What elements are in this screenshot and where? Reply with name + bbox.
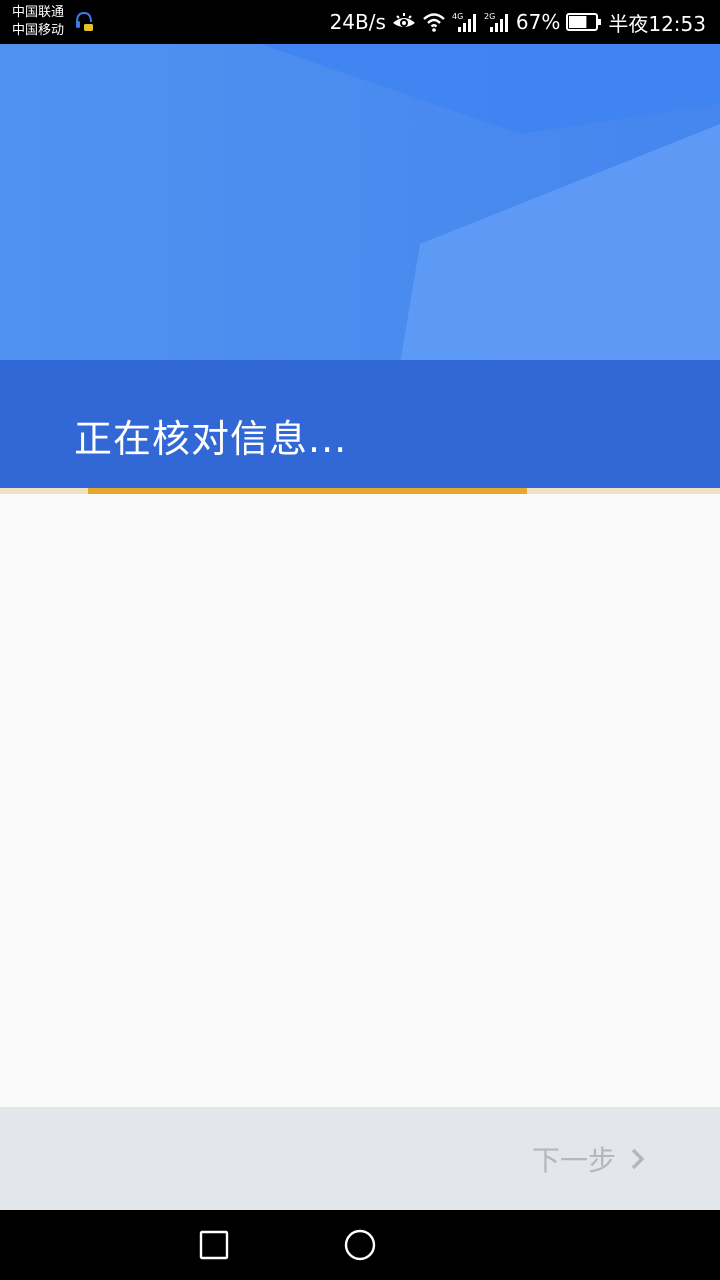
carrier-1: 中国联通: [12, 5, 65, 20]
battery-percent: 67%: [515, 10, 561, 34]
recent-apps-square-icon[interactable]: [197, 1228, 231, 1262]
battery-icon: [566, 13, 602, 31]
content-area: [0, 494, 720, 1107]
net-speed: 24B/s: [329, 10, 386, 34]
next-step-label: 下一步: [531, 1144, 616, 1177]
system-nav-bar: [0, 1210, 720, 1280]
carrier-names: 中国联通 中国移动: [12, 4, 82, 40]
home-circle-icon[interactable]: [343, 1228, 377, 1262]
signal-2-type: 2G: [484, 12, 495, 21]
clock: 半夜12:53: [608, 11, 706, 36]
signal-2g-icon: 2G: [484, 12, 508, 32]
wifi-icon: [423, 13, 445, 32]
next-step-button[interactable]: 下一步: [532, 1137, 646, 1181]
header-banner: 正在核对信息...: [0, 44, 720, 488]
page-title: 正在核对信息...: [74, 417, 348, 461]
status-indicators: 24B/s 4G 2G 67% 半夜12:53: [330, 0, 706, 44]
chevron-right-icon: [631, 1148, 645, 1170]
signal-4g-icon: 4G: [452, 12, 476, 32]
bottom-action-bar: 下一步: [0, 1107, 720, 1210]
carrier-2: 中国移动: [12, 23, 65, 38]
signal-1-type: 4G: [452, 12, 463, 21]
status-bar: 中国联通 中国移动 24B/s 4G 2G 67% 半夜12:53: [0, 0, 720, 44]
hd-call-icon: [76, 11, 93, 31]
eye-comfort-icon: [392, 13, 415, 27]
